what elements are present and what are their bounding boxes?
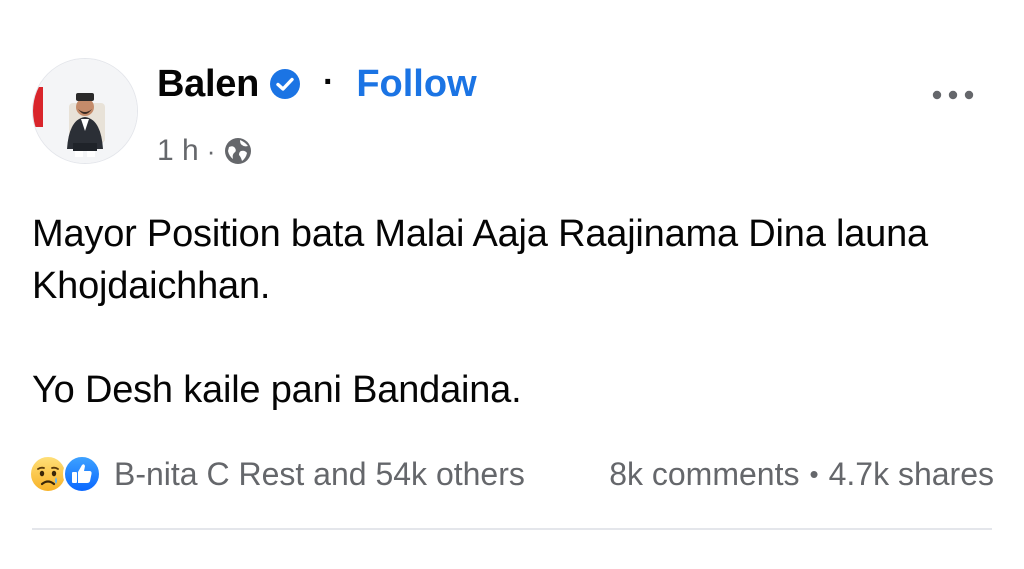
reactors-text[interactable]: B-nita C Rest and 54k others: [114, 456, 525, 493]
stats-separator: •: [809, 458, 819, 489]
more-options-button[interactable]: [925, 78, 981, 112]
post-text: Mayor Position bata Malai Aaja Raajinama…: [32, 208, 992, 416]
meta-separator: ·: [206, 135, 216, 166]
divider: [32, 528, 992, 530]
post-card: Balen · Follow 1 h · Mayor Position bata…: [0, 0, 1024, 555]
like-reaction-icon: [62, 454, 102, 494]
author-avatar[interactable]: [32, 58, 138, 164]
author-separator: ·: [322, 62, 335, 101]
post-stats: B-nita C Rest and 54k others 8k comments…: [28, 452, 994, 496]
reaction-icons[interactable]: [28, 454, 102, 494]
post-paragraph: Yo Desh kaile pani Bandaina.: [32, 369, 522, 411]
post-paragraph: Mayor Position bata Malai Aaja Raajinama…: [32, 213, 928, 307]
author-row: Balen · Follow: [157, 62, 477, 106]
author-name[interactable]: Balen: [157, 63, 259, 106]
more-horizontal-icon: [932, 90, 974, 100]
comments-count[interactable]: 8k comments: [609, 456, 799, 493]
verified-badge-icon: [269, 68, 301, 100]
follow-button[interactable]: Follow: [356, 63, 476, 106]
globe-icon[interactable]: [223, 136, 253, 166]
shares-count[interactable]: 4.7k shares: [829, 456, 994, 493]
post-meta: 1 h ·: [157, 134, 253, 168]
post-time[interactable]: 1 h: [157, 134, 199, 168]
avatar-image: [33, 59, 137, 163]
